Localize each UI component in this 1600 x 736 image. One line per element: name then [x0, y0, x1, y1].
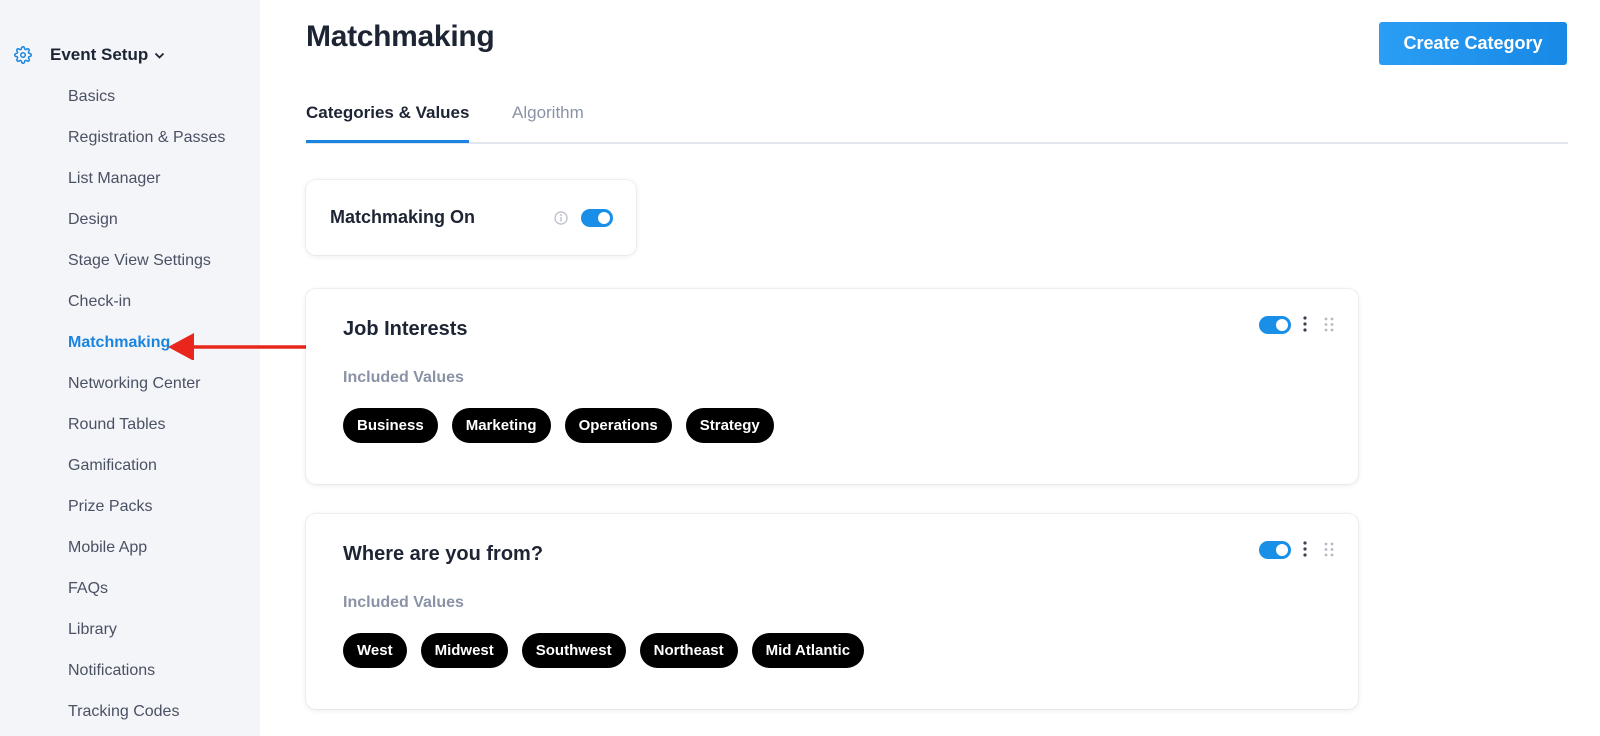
sidebar-item-round-tables[interactable]: Round Tables: [68, 415, 166, 435]
matchmaking-on-label: Matchmaking On: [330, 207, 476, 227]
sidebar-item-matchmaking[interactable]: Matchmaking: [68, 333, 170, 353]
more-options-icon[interactable]: [1303, 541, 1307, 562]
sidebar-item-library[interactable]: Library: [68, 620, 117, 640]
sidebar-item-list-manager[interactable]: List Manager: [68, 169, 161, 189]
annotation-arrow-icon: [168, 330, 323, 365]
drag-handle-icon[interactable]: [1324, 542, 1334, 562]
sidebar-item-prize-packs[interactable]: Prize Packs: [68, 497, 152, 517]
page-title: Matchmaking: [306, 20, 495, 53]
sidebar-item-basics[interactable]: Basics: [68, 87, 115, 107]
value-chip[interactable]: Midwest: [420, 633, 508, 668]
main-content: Matchmaking Create Category Categories &…: [306, 0, 1600, 736]
matchmaking-status-card: Matchmaking On: [306, 180, 636, 255]
gear-icon: [14, 46, 32, 64]
sidebar-item-mobile-app[interactable]: Mobile App: [68, 538, 147, 558]
tab-bar: Categories & Values Algorithm: [306, 100, 1568, 144]
category-card-where-are-you-from: Where are you from? Included Values West…: [306, 514, 1358, 709]
value-chip-list: West Midwest Southwest Northeast Mid Atl…: [343, 633, 878, 668]
sidebar-item-notifications[interactable]: Notifications: [68, 661, 155, 681]
sidebar-item-tracking-codes[interactable]: Tracking Codes: [68, 702, 179, 722]
tab-algorithm[interactable]: Algorithm: [512, 103, 584, 140]
section-title: Event Setup: [50, 45, 149, 64]
category-title: Where are you from?: [343, 543, 544, 565]
sidebar-item-design[interactable]: Design: [68, 210, 118, 230]
value-chip[interactable]: Strategy: [685, 408, 774, 443]
category-card-job-interests: Job Interests Included Values Business M…: [306, 289, 1358, 484]
included-values-label: Included Values: [343, 369, 464, 386]
sidebar-item-check-in[interactable]: Check-in: [68, 292, 131, 312]
value-chip[interactable]: Operations: [564, 408, 672, 443]
category-toggle[interactable]: [1259, 316, 1291, 334]
value-chip[interactable]: Mid Atlantic: [751, 633, 865, 668]
info-icon[interactable]: [554, 211, 568, 230]
value-chip[interactable]: Business: [343, 408, 438, 443]
sidebar-item-faqs[interactable]: FAQs: [68, 579, 108, 599]
sidebar-item-stage-view-settings[interactable]: Stage View Settings: [68, 251, 211, 271]
sidebar-item-gamification[interactable]: Gamification: [68, 456, 157, 476]
category-toggle[interactable]: [1259, 541, 1291, 559]
drag-handle-icon[interactable]: [1324, 317, 1334, 337]
value-chip[interactable]: Marketing: [451, 408, 551, 443]
event-setup-section-header[interactable]: Event Setup: [14, 42, 165, 68]
sidebar-item-networking-center[interactable]: Networking Center: [68, 374, 201, 394]
chevron-down-icon: [154, 52, 165, 60]
more-options-icon[interactable]: [1303, 316, 1307, 337]
included-values-label: Included Values: [343, 594, 464, 611]
category-title: Job Interests: [343, 318, 468, 340]
tab-categories-values[interactable]: Categories & Values: [306, 103, 470, 143]
sidebar: Event Setup Basics Registration & Passes…: [0, 0, 260, 736]
value-chip[interactable]: Southwest: [521, 633, 626, 668]
create-category-button[interactable]: Create Category: [1379, 22, 1567, 65]
value-chip-list: Business Marketing Operations Strategy: [343, 408, 788, 443]
value-chip[interactable]: Northeast: [639, 633, 738, 668]
matchmaking-toggle[interactable]: [581, 209, 613, 227]
value-chip[interactable]: West: [343, 633, 407, 668]
sidebar-item-registration-passes[interactable]: Registration & Passes: [68, 128, 225, 148]
